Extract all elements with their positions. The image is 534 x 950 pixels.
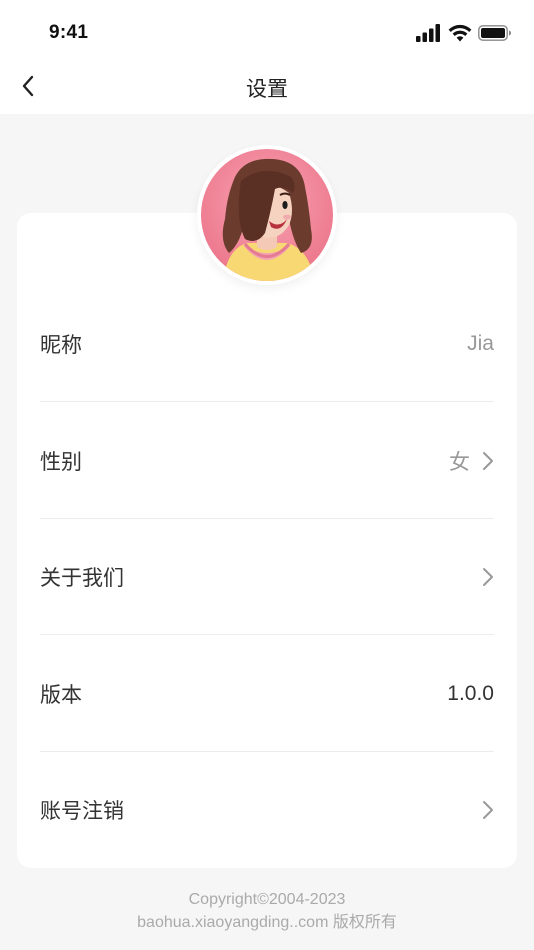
cancel-account-label: 账号注销 bbox=[40, 799, 124, 823]
gender-label: 性别 bbox=[40, 450, 82, 474]
version-value: 1.0.0 bbox=[447, 682, 494, 705]
wifi-icon bbox=[448, 24, 472, 42]
status-time: 9:41 bbox=[49, 22, 89, 43]
divider bbox=[40, 401, 494, 402]
footer: Copyright©2004-2023 baohua.xiaoyangding.… bbox=[0, 888, 534, 934]
cancel-account-row[interactable]: 账号注销 bbox=[40, 752, 494, 868]
signal-icon bbox=[416, 24, 440, 42]
site-text: baohua.xiaoyangding..com 版权所有 bbox=[137, 914, 397, 931]
about-row[interactable]: 关于我们 bbox=[40, 519, 494, 635]
avatar-illustration bbox=[201, 149, 333, 281]
version-row: 版本 1.0.0 bbox=[40, 636, 494, 752]
nav-bar: 设置 bbox=[0, 58, 534, 114]
status-bar: 9:41 bbox=[0, 0, 534, 58]
chevron-right-icon bbox=[476, 799, 494, 821]
about-label: 关于我们 bbox=[40, 566, 124, 590]
copyright-text: Copyright©2004-2023 bbox=[188, 891, 346, 908]
chevron-right-icon bbox=[476, 566, 494, 588]
version-label: 版本 bbox=[40, 683, 82, 707]
page-title: 设置 bbox=[246, 77, 288, 101]
gender-row[interactable]: 性别 女 bbox=[40, 403, 494, 519]
battery-icon bbox=[478, 25, 511, 41]
status-icons bbox=[416, 24, 512, 42]
avatar[interactable] bbox=[197, 145, 337, 285]
nickname-value: Jia bbox=[467, 332, 494, 355]
chevron-right-icon bbox=[476, 450, 494, 472]
gender-value: 女 bbox=[449, 450, 470, 474]
nickname-label: 昵称 bbox=[40, 333, 82, 357]
nickname-row[interactable]: 昵称 Jia bbox=[40, 286, 494, 402]
divider bbox=[40, 634, 494, 635]
